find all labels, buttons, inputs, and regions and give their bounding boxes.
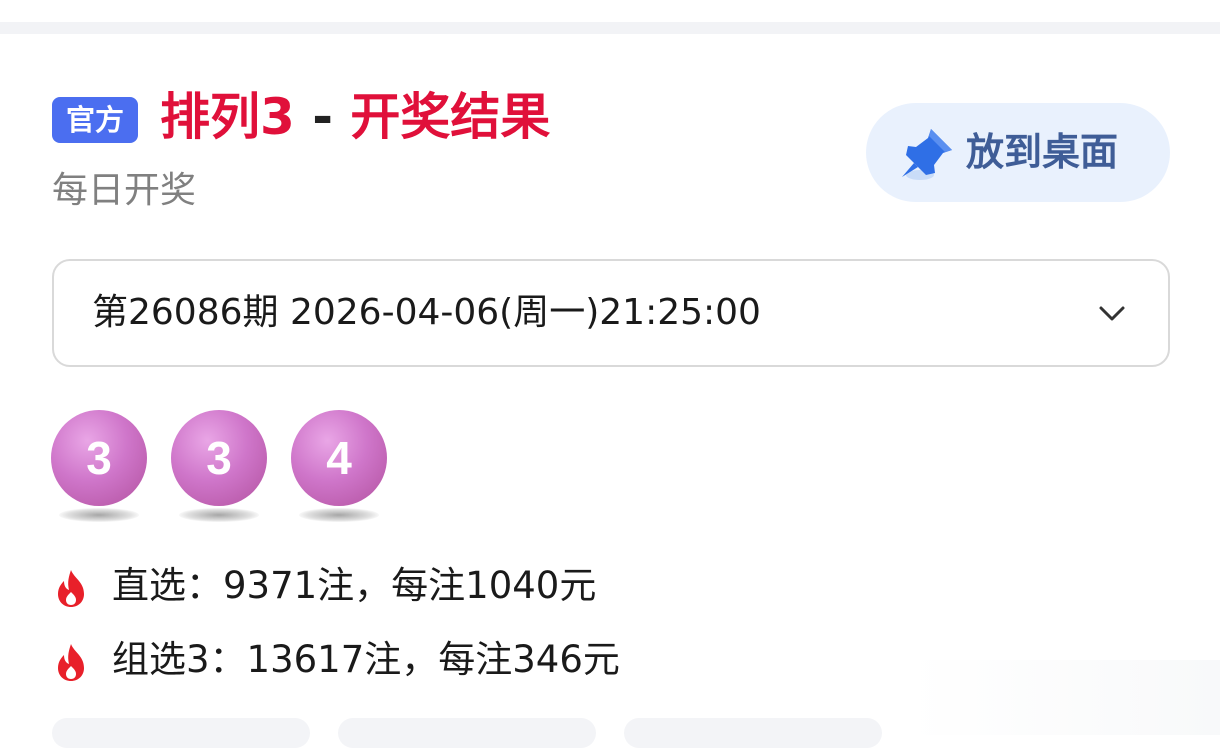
- issue-select-value: 第26086期 2026-04-06(周一)21:25:00: [92, 292, 761, 333]
- add-to-desktop-label: 放到桌面: [966, 130, 1119, 174]
- ball-shadow: [59, 508, 139, 522]
- ball-shadow: [299, 508, 379, 522]
- winning-numbers: 3 3 4: [51, 410, 391, 522]
- title-separator: -: [294, 88, 351, 146]
- title-result: 开奖结果: [350, 88, 551, 146]
- number-ball: 3: [51, 410, 147, 506]
- pin-icon: [902, 129, 952, 180]
- top-bar: [0, 0, 1220, 22]
- draw-frequency: 每日开奖: [52, 170, 197, 211]
- bottom-tab-row: [0, 718, 1220, 748]
- section-divider: [0, 22, 1220, 34]
- issue-select[interactable]: 第26086期 2026-04-06(周一)21:25:00: [52, 259, 1170, 367]
- ball-shadow: [179, 508, 259, 522]
- bottom-tab[interactable]: [52, 718, 310, 748]
- prize-text: 直选：9371注，每注1040元: [112, 564, 597, 607]
- bottom-tab[interactable]: [624, 718, 882, 748]
- prize-text: 组选3：13617注，每注346元: [112, 638, 620, 681]
- title-game: 排列3: [160, 88, 295, 146]
- fire-icon: [58, 644, 84, 681]
- official-badge: 官方: [52, 97, 138, 143]
- number-ball: 4: [291, 410, 387, 506]
- bottom-tab[interactable]: [338, 718, 596, 748]
- chevron-down-icon: [1099, 306, 1125, 321]
- fire-icon: [58, 570, 84, 607]
- page-title: 排列3 - 开奖结果: [160, 82, 550, 152]
- add-to-desktop-button[interactable]: 放到桌面: [866, 103, 1170, 202]
- number-ball: 3: [171, 410, 267, 506]
